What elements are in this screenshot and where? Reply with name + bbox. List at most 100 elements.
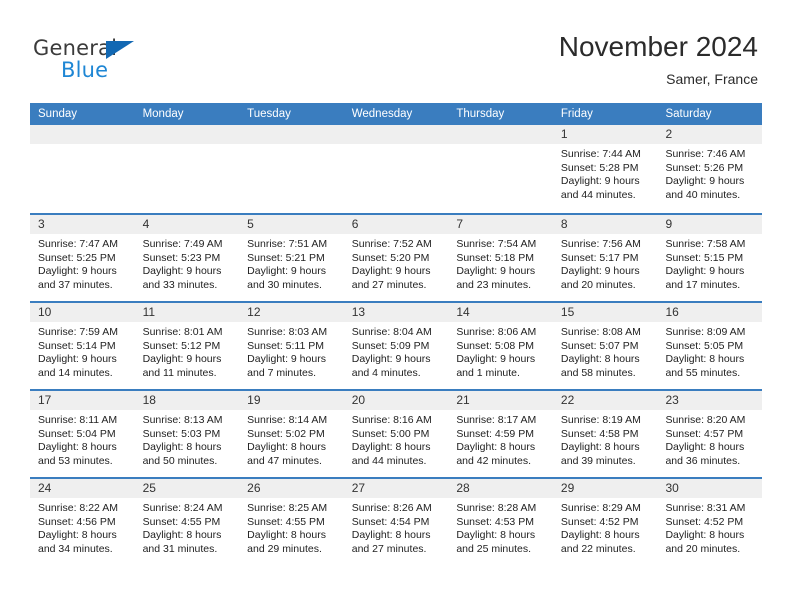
day-detail-line: Sunset: 4:53 PM [456, 515, 534, 528]
day-detail-line: Sunset: 5:15 PM [665, 251, 744, 264]
day-number: 23 [665, 393, 679, 407]
generalblue-logo[interactable]: General Blue [33, 36, 193, 84]
day-cell[interactable]: 3 Sunrise: 7:47 AM Sunset: 5:25 PM Daylight… [30, 215, 135, 301]
day-detail-line: Daylight: 9 hours [351, 265, 431, 278]
day-number-band: 7 [448, 215, 553, 234]
day-cell[interactable]: 20 Sunrise: 8:16 AM Sunset: 5:00 PM Dayligh… [343, 391, 449, 477]
day-number: 22 [560, 393, 575, 407]
day-cell[interactable]: 10 Sunrise: 7:59 AM Sunset: 5:14 PM Dayligh… [30, 303, 135, 389]
day-detail-line: Sunrise: 7:51 AM [247, 238, 328, 250]
day-cell[interactable]: 28 Sunrise: 8:28 AM Sunset: 4:53 PM Dayligh… [448, 479, 553, 565]
day-detail-line: Sunrise: 8:06 AM [456, 326, 537, 338]
day-cell[interactable]: 7 Sunrise: 7:54 AM Sunset: 5:18 PM Daylight… [448, 215, 553, 301]
day-number-band: 23 [657, 391, 763, 410]
day-cell[interactable]: 11 Sunrise: 8:01 AM Sunset: 5:12 PM Dayligh… [134, 303, 240, 389]
day-detail-line: and 1 minute. [456, 366, 520, 379]
day-cell[interactable]: 23 Sunrise: 8:20 AM Sunset: 4:57 PM Dayligh… [657, 391, 763, 477]
day-cell[interactable]: 5 Sunrise: 7:51 AM Sunset: 5:21 PM Daylight… [239, 215, 344, 301]
logo-text-blue: Blue [61, 58, 109, 82]
calendar-week-row: 17 Sunrise: 8:11 AM Sunset: 5:04 PM Dayligh… [30, 389, 763, 477]
day-detail-line: Sunset: 5:21 PM [247, 251, 325, 264]
day-details [135, 144, 240, 148]
day-detail-line: and 23 minutes. [456, 278, 532, 291]
calendar-page: General Blue November 2024 Samer, France… [0, 0, 792, 612]
day-number: 29 [560, 481, 575, 495]
day-number: 5 [247, 217, 254, 231]
day-cell[interactable]: 16 Sunrise: 8:09 AM Sunset: 5:05 PM Dayligh… [657, 303, 763, 389]
day-number-band: 26 [239, 479, 344, 498]
day-detail-line: Daylight: 8 hours [142, 529, 222, 542]
day-cell[interactable]: 14 Sunrise: 8:06 AM Sunset: 5:08 PM Dayligh… [448, 303, 553, 389]
weekday-header-monday: Monday [142, 108, 184, 120]
day-cell[interactable]: 19 Sunrise: 8:14 AM Sunset: 5:02 PM Dayligh… [239, 391, 344, 477]
day-detail-line: Sunset: 5:12 PM [142, 339, 221, 352]
day-cell[interactable]: 25 Sunrise: 8:24 AM Sunset: 4:55 PM Dayligh… [134, 479, 240, 565]
day-details: Sunrise: 7:52 AM Sunset: 5:20 PM Daylight:… [344, 234, 449, 292]
day-cell[interactable]: 27 Sunrise: 8:26 AM Sunset: 4:54 PM Dayligh… [343, 479, 449, 565]
day-cell[interactable]: 17 Sunrise: 8:11 AM Sunset: 5:04 PM Dayligh… [30, 391, 135, 477]
day-detail-line: Daylight: 9 hours [456, 353, 536, 366]
day-cell[interactable]: 21 Sunrise: 8:17 AM Sunset: 4:59 PM Dayligh… [448, 391, 553, 477]
day-detail-line: Daylight: 8 hours [560, 529, 640, 542]
day-cell[interactable]: 18 Sunrise: 8:13 AM Sunset: 5:03 PM Dayligh… [134, 391, 240, 477]
day-detail-line: and 34 minutes. [38, 542, 113, 555]
day-number: 28 [456, 481, 470, 495]
day-details: Sunrise: 8:03 AM Sunset: 5:11 PM Daylight:… [239, 322, 344, 380]
day-cell[interactable]: 26 Sunrise: 8:25 AM Sunset: 4:55 PM Dayligh… [239, 479, 344, 565]
day-detail-line: Sunrise: 7:47 AM [38, 238, 118, 250]
day-number: 7 [456, 217, 463, 231]
day-detail-line: and 53 minutes. [38, 454, 113, 467]
day-detail-line: Daylight: 8 hours [456, 529, 536, 542]
day-details: Sunrise: 8:28 AM Sunset: 4:53 PM Daylight:… [448, 498, 553, 556]
day-details [30, 144, 135, 148]
day-number: 1 [560, 127, 568, 141]
day-number: 24 [38, 481, 52, 495]
day-details [239, 144, 344, 148]
day-cell[interactable]: 24 Sunrise: 8:22 AM Sunset: 4:56 PM Dayligh… [30, 479, 135, 565]
day-detail-line: and 37 minutes. [38, 278, 113, 291]
day-cell[interactable]: 30 Sunrise: 8:31 AM Sunset: 4:52 PM Dayligh… [657, 479, 763, 565]
day-detail-line: Daylight: 9 hours [560, 265, 640, 278]
day-details: Sunrise: 8:11 AM Sunset: 5:04 PM Daylight:… [30, 410, 135, 468]
day-number: 26 [247, 481, 261, 495]
day-detail-line: Sunrise: 8:14 AM [247, 414, 328, 426]
day-cell[interactable]: 8 Sunrise: 7:56 AM Sunset: 5:17 PM Daylight… [552, 215, 658, 301]
day-cell[interactable]: 12 Sunrise: 8:03 AM Sunset: 5:11 PM Dayligh… [239, 303, 344, 389]
day-detail-line: and 31 minutes. [142, 542, 218, 555]
day-detail-line: Sunset: 5:14 PM [38, 339, 116, 352]
day-detail-line: Daylight: 9 hours [560, 175, 640, 188]
day-cell[interactable]: 29 Sunrise: 8:29 AM Sunset: 4:52 PM Dayligh… [552, 479, 658, 565]
day-number: 3 [38, 217, 45, 231]
day-detail-line: Daylight: 9 hours [142, 265, 222, 278]
day-details: Sunrise: 8:01 AM Sunset: 5:12 PM Daylight:… [135, 322, 240, 380]
day-detail-line: Sunset: 4:55 PM [142, 515, 221, 528]
title-block: November 2024 Samer, France [559, 30, 758, 89]
day-cell[interactable]: 4 Sunrise: 7:49 AM Sunset: 5:23 PM Daylight… [134, 215, 240, 301]
day-cell[interactable]: 15 Sunrise: 8:08 AM Sunset: 5:07 PM Dayligh… [552, 303, 658, 389]
day-number-band: 27 [343, 479, 449, 498]
day-detail-line: Sunset: 5:11 PM [247, 339, 325, 352]
day-number: 18 [142, 393, 156, 407]
day-details: Sunrise: 7:51 AM Sunset: 5:21 PM Daylight:… [239, 234, 344, 292]
day-number: 11 [142, 305, 156, 319]
calendar-week-row: 10 Sunrise: 7:59 AM Sunset: 5:14 PM Dayligh… [30, 301, 763, 389]
day-number-band: 18 [134, 391, 240, 410]
day-detail-line: Sunrise: 8:16 AM [351, 414, 432, 426]
day-detail-line: Sunrise: 8:03 AM [247, 326, 328, 338]
day-details: Sunrise: 8:20 AM Sunset: 4:57 PM Daylight:… [657, 410, 762, 468]
day-detail-line: Daylight: 8 hours [38, 441, 117, 454]
day-cell[interactable]: 9 Sunrise: 7:58 AM Sunset: 5:15 PM Daylight… [657, 215, 763, 301]
day-detail-line: Sunrise: 8:26 AM [351, 502, 432, 514]
day-cell[interactable]: 2 Sunrise: 7:46 AM Sunset: 5:26 PM Daylight… [657, 125, 763, 213]
day-cell[interactable]: 22 Sunrise: 8:19 AM Sunset: 4:58 PM Dayligh… [552, 391, 658, 477]
day-detail-line: Sunrise: 8:22 AM [38, 502, 118, 514]
day-cell[interactable]: 13 Sunrise: 8:04 AM Sunset: 5:09 PM Dayligh… [343, 303, 449, 389]
day-detail-line: and 55 minutes. [665, 366, 741, 379]
day-detail-line: and 33 minutes. [142, 278, 218, 291]
day-cell[interactable]: 6 Sunrise: 7:52 AM Sunset: 5:20 PM Daylight… [343, 215, 449, 301]
day-detail-line: Sunset: 5:17 PM [560, 251, 639, 264]
day-cell[interactable]: 1 Sunrise: 7:44 AM Sunset: 5:28 PM Daylight… [552, 125, 658, 213]
day-detail-line: Sunrise: 8:19 AM [560, 414, 641, 426]
day-detail-line: Sunset: 4:58 PM [560, 427, 639, 440]
day-number: 19 [247, 393, 261, 407]
